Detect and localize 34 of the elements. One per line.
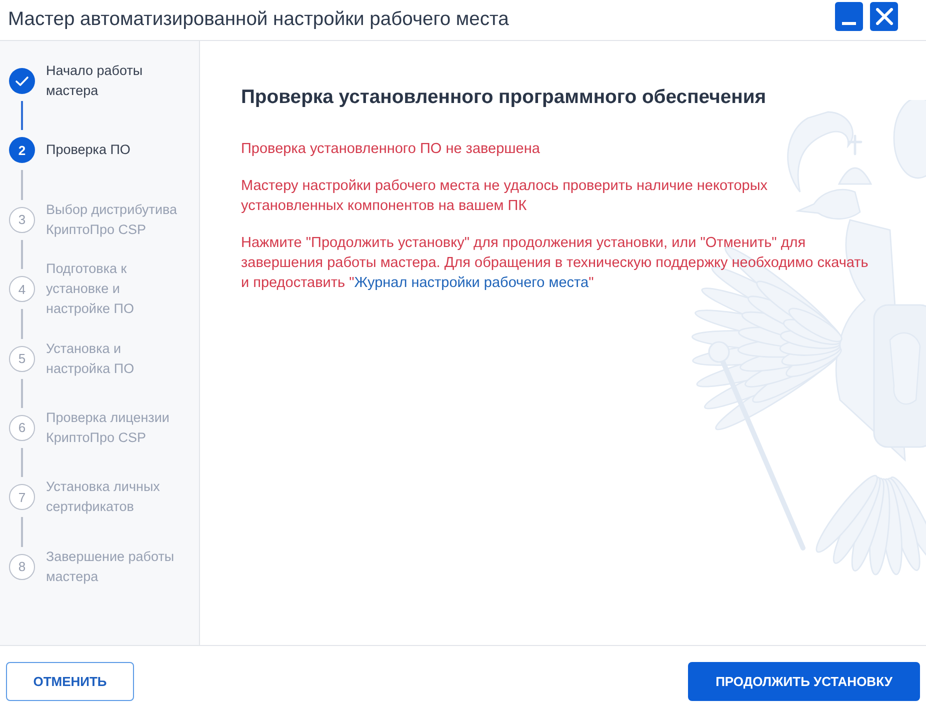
step-label: Подготовка к установке и настройке ПО <box>46 260 135 318</box>
cancel-button[interactable]: ОТМЕНИТЬ <box>6 662 134 701</box>
step-label: Установка и настройка ПО <box>46 340 136 378</box>
minimize-button[interactable] <box>835 2 863 31</box>
minimize-icon <box>842 22 856 25</box>
window-title: Мастер автоматизированной настройки рабочего места <box>8 8 509 32</box>
step-connector-line <box>21 101 23 130</box>
step-number: 3 <box>9 206 35 233</box>
step-label: Выбор дистрибутива КриптоПро CSP <box>46 200 178 239</box>
step-label: Проверка ПО <box>46 141 132 160</box>
step-number: 8 <box>9 554 35 580</box>
step-label: Проверка лицензии КриптоПро CSP <box>46 408 170 447</box>
step-connector-line <box>21 448 23 478</box>
step-number: 7 <box>9 484 35 510</box>
message-text: Проверка установленного ПО не завершена <box>241 140 541 159</box>
step-connector-line <box>21 240 23 270</box>
step-connector-line <box>21 517 23 547</box>
step-connector-line <box>21 309 23 339</box>
step-number: 6 <box>9 414 35 441</box>
message-text: Нажмите "Продолжить установку" для продолжения установки, или "Отменить" для завершения работы мастера. Для обращения в техническую поддержку необходимо скачать и предоставить "Журнал настройки рабочего места" <box>241 234 870 293</box>
step-label: Завершение работы мастера <box>46 548 176 586</box>
message-text: Мастеру настройки рабочего места не удалось проверить наличие некоторых установленных компонентов на вашем ПК <box>241 177 769 216</box>
log-link[interactable]: Журнал настройки рабочего места <box>354 275 589 291</box>
step-label: Установка личных сертификатов <box>46 478 161 516</box>
step-connector-line <box>21 170 23 200</box>
step-number: 4 <box>9 276 35 302</box>
close-button[interactable] <box>870 2 898 31</box>
step-number: 2 <box>9 137 35 164</box>
step-connector-line <box>21 378 23 408</box>
page-heading: Проверка установленного программного обеспечения <box>241 85 768 110</box>
step-number: 5 <box>9 346 35 372</box>
step-label: Начало работы мастера <box>46 62 144 100</box>
continue-button[interactable]: ПРОДОЛЖИТЬ УСТАНОВКУ <box>688 662 920 701</box>
close-icon <box>876 8 892 25</box>
